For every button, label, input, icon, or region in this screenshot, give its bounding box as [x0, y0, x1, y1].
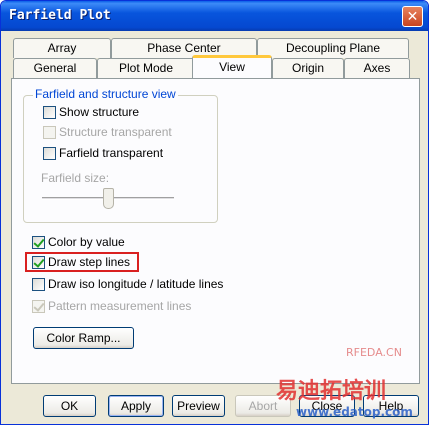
farfield-size-label: Farfield size: [41, 171, 110, 185]
checkbox-label: Show structure [59, 105, 140, 119]
farfield-transparent-checkbox[interactable]: Farfield transparent [43, 146, 163, 160]
tab-general[interactable]: General [13, 58, 97, 78]
checkbox-label: Structure transparent [59, 125, 172, 139]
checkbox-box[interactable] [32, 277, 45, 291]
ok-button[interactable]: OK [43, 395, 96, 417]
tab-view[interactable]: View [192, 55, 272, 78]
farfield-size-slider-thumb[interactable] [103, 188, 114, 209]
title-bar[interactable]: Farfield Plot ✕ [1, 1, 428, 31]
structure-transparent-checkbox: Structure transparent [43, 125, 172, 139]
checkbox-box[interactable] [43, 146, 56, 160]
color-ramp-button[interactable]: Color Ramp... [33, 327, 134, 349]
close-button[interactable]: Close [299, 395, 355, 417]
checkbox-box [43, 125, 56, 139]
apply-button[interactable]: Apply [108, 395, 164, 417]
group-title: Farfield and structure view [33, 87, 178, 101]
checkbox-label: Farfield transparent [59, 146, 164, 160]
tab-plot-mode[interactable]: Plot Mode [97, 58, 195, 78]
checkbox-label: Pattern measurement lines [48, 299, 192, 313]
draw-iso-lines-checkbox[interactable]: Draw iso longitude / latitude lines [32, 277, 223, 291]
window-title: Farfield Plot [9, 8, 111, 23]
abort-button: Abort [235, 395, 291, 417]
checkbox-label: Color by value [48, 235, 125, 249]
farfield-plot-dialog: Farfield Plot ✕ Array Phase Center Decou… [0, 0, 429, 425]
checkbox-box[interactable] [32, 235, 45, 249]
highlight-box [25, 252, 139, 272]
close-icon[interactable]: ✕ [402, 6, 423, 27]
tab-decoupling-plane[interactable]: Decoupling Plane [257, 38, 409, 58]
tab-array[interactable]: Array [13, 38, 111, 58]
pattern-measurement-checkbox: Pattern measurement lines [32, 299, 191, 313]
preview-button[interactable]: Preview [172, 395, 225, 417]
checkbox-box [32, 299, 45, 313]
tab-origin[interactable]: Origin [272, 58, 344, 78]
show-structure-checkbox[interactable]: Show structure [43, 105, 139, 119]
tab-axes[interactable]: Axes [344, 58, 410, 78]
help-button[interactable]: Help [363, 395, 419, 417]
checkbox-box[interactable] [43, 105, 56, 119]
color-by-value-checkbox[interactable]: Color by value [32, 235, 125, 249]
checkbox-label: Draw iso longitude / latitude lines [48, 277, 224, 291]
